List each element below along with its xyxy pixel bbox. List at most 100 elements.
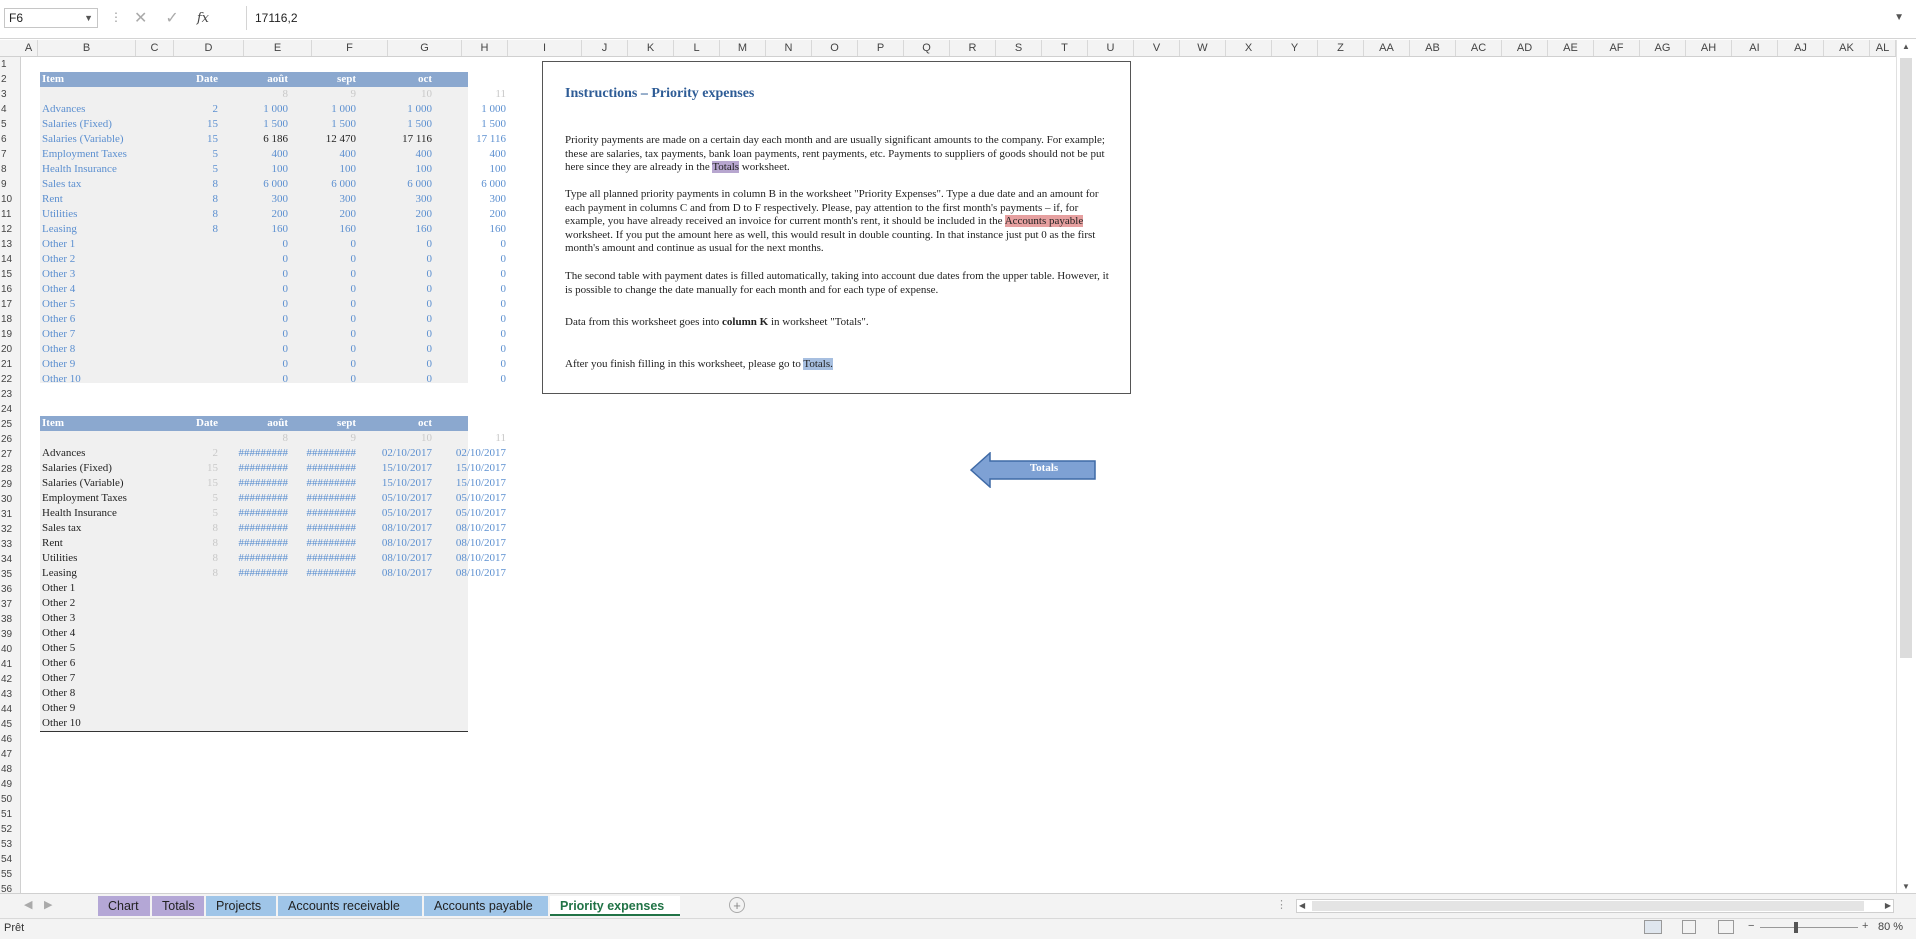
date-cell[interactable]	[154, 626, 218, 641]
value-cell[interactable]	[288, 581, 356, 596]
month-number[interactable]: 9	[288, 431, 357, 446]
value-cell[interactable]: #########	[218, 446, 289, 461]
value-cell[interactable]: 0	[288, 267, 357, 282]
row-header-44[interactable]: 44	[0, 702, 19, 717]
item-cell[interactable]: Salaries (Variable)	[42, 476, 154, 491]
header-date[interactable]: Date	[154, 416, 218, 431]
date-cell[interactable]: 5	[154, 162, 219, 177]
column-header-aj[interactable]: AJ	[1778, 40, 1824, 56]
value-cell[interactable]: 0	[218, 327, 289, 342]
value-cell[interactable]: #########	[288, 446, 357, 461]
item-cell[interactable]: Leasing	[42, 222, 154, 237]
value-cell[interactable]: #########	[288, 566, 357, 581]
scroll-left-icon[interactable]: ◀	[1299, 900, 1305, 912]
date-cell[interactable]: 8	[154, 192, 219, 207]
date-cell[interactable]	[154, 372, 218, 387]
date-cell[interactable]: 15	[154, 461, 218, 476]
value-cell[interactable]	[356, 641, 432, 656]
date-cell[interactable]	[154, 297, 218, 312]
value-cell[interactable]: 0	[432, 312, 507, 327]
item-cell[interactable]: Advances	[42, 102, 154, 117]
value-cell[interactable]: 0	[218, 282, 289, 297]
value-cell[interactable]: #########	[218, 461, 289, 476]
value-cell[interactable]: #########	[288, 506, 357, 521]
value-cell[interactable]: 05/10/2017	[432, 506, 506, 521]
item-cell[interactable]: Other 10	[42, 372, 154, 387]
date-cell[interactable]: 15	[154, 476, 218, 491]
date-cell[interactable]	[154, 267, 218, 282]
name-box[interactable]: F6 ▼	[4, 8, 98, 28]
column-header-ah[interactable]: AH	[1686, 40, 1732, 56]
value-cell[interactable]: #########	[288, 536, 357, 551]
formula-input[interactable]: 17116,2 ▼	[246, 6, 1912, 30]
value-cell[interactable]: #########	[218, 551, 289, 566]
value-cell[interactable]: #########	[218, 566, 289, 581]
column-header-s[interactable]: S	[996, 40, 1042, 56]
row-header-19[interactable]: 19	[0, 327, 19, 342]
column-header-aa[interactable]: AA	[1364, 40, 1410, 56]
item-cell[interactable]: Other 7	[42, 671, 154, 686]
item-cell[interactable]: Leasing	[42, 566, 154, 581]
row-header-35[interactable]: 35	[0, 567, 19, 582]
sheet-tab[interactable]: Accounts payable	[424, 896, 548, 916]
value-cell[interactable]: 08/10/2017	[356, 536, 432, 551]
column-header-a[interactable]: A	[20, 40, 38, 56]
value-cell[interactable]: 0	[356, 327, 433, 342]
value-cell[interactable]: 02/10/2017	[356, 446, 432, 461]
value-cell[interactable]: 0	[356, 312, 433, 327]
date-cell[interactable]	[154, 686, 218, 701]
date-cell[interactable]: 2	[154, 102, 219, 117]
value-cell[interactable]: #########	[218, 521, 289, 536]
column-header-ai[interactable]: AI	[1732, 40, 1778, 56]
scroll-down-icon[interactable]: ▼	[1902, 882, 1910, 891]
row-header-25[interactable]: 25	[0, 417, 19, 432]
value-cell[interactable]: 0	[218, 267, 289, 282]
value-cell[interactable]: 0	[356, 252, 433, 267]
value-cell[interactable]: 05/10/2017	[356, 506, 432, 521]
value-cell[interactable]: 05/10/2017	[356, 491, 432, 506]
column-header-d[interactable]: D	[174, 40, 244, 56]
value-cell[interactable]: 0	[288, 237, 357, 252]
sheet-tab[interactable]: Totals	[152, 896, 204, 916]
value-cell[interactable]	[218, 611, 288, 626]
row-header-47[interactable]: 47	[0, 747, 19, 762]
totals-link[interactable]: Totals	[712, 161, 740, 174]
header-item[interactable]: Item	[42, 72, 154, 87]
value-cell[interactable]: 08/10/2017	[432, 536, 506, 551]
value-cell[interactable]	[356, 716, 432, 731]
row-header-5[interactable]: 5	[0, 117, 19, 132]
header-e[interactable]: sept	[288, 72, 356, 87]
item-cell[interactable]: Other 3	[42, 611, 154, 626]
date-cell[interactable]	[154, 581, 218, 596]
horizontal-scroll-thumb[interactable]	[1312, 901, 1864, 911]
value-cell[interactable]: 0	[356, 297, 433, 312]
value-cell[interactable]: #########	[218, 536, 289, 551]
value-cell[interactable]	[288, 611, 356, 626]
value-cell[interactable]: #########	[288, 476, 357, 491]
row-header-15[interactable]: 15	[0, 267, 19, 282]
value-cell[interactable]: 0	[288, 252, 357, 267]
value-cell[interactable]: 0	[432, 372, 507, 387]
month-number[interactable]: 8	[218, 431, 289, 446]
go-to-totals-link[interactable]: Totals.	[803, 358, 833, 370]
value-cell[interactable]: 200	[356, 207, 433, 222]
row-header-18[interactable]: 18	[0, 312, 19, 327]
value-cell[interactable]: 08/10/2017	[432, 521, 506, 536]
date-cell[interactable]: 8	[154, 551, 219, 566]
column-header-ac[interactable]: AC	[1456, 40, 1502, 56]
date-cell[interactable]	[154, 312, 218, 327]
item-cell[interactable]: Other 1	[42, 237, 154, 252]
cancel-icon[interactable]: ✕	[134, 8, 147, 28]
value-cell[interactable]	[218, 701, 288, 716]
row-header-55[interactable]: 55	[0, 867, 19, 882]
month-number[interactable]: 11	[432, 87, 506, 102]
date-cell[interactable]	[154, 252, 218, 267]
sheet-tab[interactable]: Chart	[98, 896, 150, 916]
column-header-j[interactable]: J	[582, 40, 628, 56]
value-cell[interactable]: 17 116	[356, 132, 432, 147]
row-header-56[interactable]: 56	[0, 882, 19, 893]
column-header-r[interactable]: R	[950, 40, 996, 56]
value-cell[interactable]: 400	[288, 147, 357, 162]
item-cell[interactable]: Salaries (Fixed)	[42, 117, 154, 132]
value-cell[interactable]: #########	[218, 491, 289, 506]
